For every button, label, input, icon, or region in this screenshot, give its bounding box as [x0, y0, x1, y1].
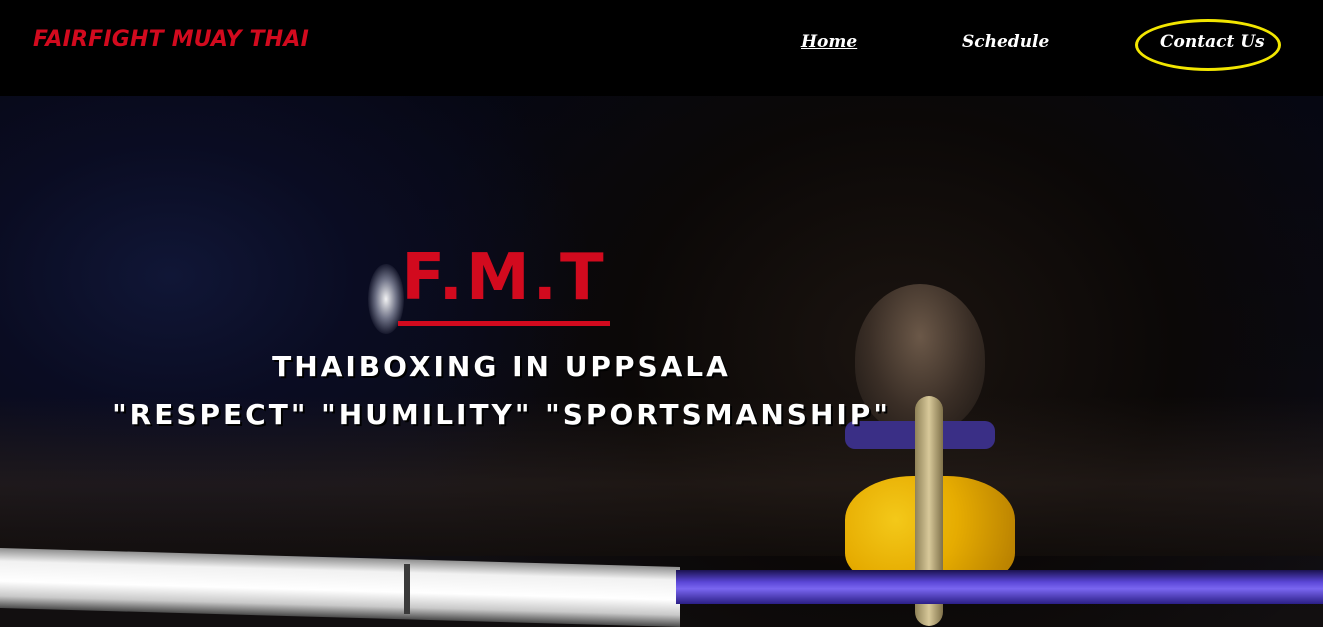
hero-title: F.M.T [401, 241, 607, 315]
nav-schedule-link[interactable]: Schedule [962, 32, 1049, 52]
nav-contact-link[interactable]: Contact Us [1160, 32, 1265, 52]
site-logo-text[interactable]: FAIRFIGHT MUAY THAI [33, 27, 309, 52]
hero-text-block: F.M.T THAIBOXING IN UPPSALA "RESPECT" "H… [0, 96, 1323, 627]
hero-title-underline [398, 321, 610, 326]
hero-banner: F.M.T THAIBOXING IN UPPSALA "RESPECT" "H… [0, 96, 1323, 627]
hero-tagline: THAIBOXING IN UPPSALA [272, 350, 731, 383]
nav-home-link[interactable]: Home [801, 32, 857, 52]
hero-values: "RESPECT" "HUMILITY" "SPORTSMANSHIP" [112, 398, 891, 431]
site-header: FAIRFIGHT MUAY THAI Home Schedule Contac… [0, 0, 1323, 96]
